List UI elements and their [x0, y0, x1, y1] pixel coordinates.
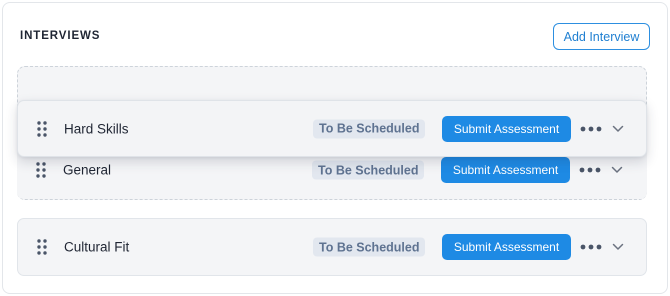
more-horizontal-icon[interactable]: [580, 244, 602, 250]
status-badge: To Be Scheduled: [313, 119, 426, 138]
drag-handle-icon[interactable]: [36, 162, 46, 178]
interview-name: Cultural Fit: [64, 239, 130, 255]
submit-assessment-button[interactable]: Submit Assessment: [442, 234, 571, 260]
status-badge: To Be Scheduled: [313, 237, 426, 257]
submit-assessment-button[interactable]: Submit Assessment: [442, 115, 571, 142]
drag-handle-icon[interactable]: [37, 239, 47, 255]
interview-name: General: [63, 162, 112, 178]
chevron-down-icon[interactable]: [611, 166, 623, 174]
status-badge: To Be Scheduled: [312, 160, 425, 180]
interview-row-hard-skills[interactable]: Hard Skills To Be Scheduled Submit Asses…: [17, 100, 647, 157]
interview-name: Hard Skills: [64, 121, 129, 136]
more-horizontal-icon[interactable]: [579, 167, 601, 173]
add-interview-button[interactable]: Add Interview: [553, 23, 650, 50]
drag-handle-icon[interactable]: [37, 120, 47, 137]
submit-assessment-button[interactable]: Submit Assessment: [441, 157, 570, 183]
more-horizontal-icon[interactable]: [580, 126, 602, 132]
interview-row-cultural-fit[interactable]: Cultural Fit To Be Scheduled Submit Asse…: [17, 218, 647, 276]
chevron-down-icon[interactable]: [612, 125, 624, 133]
chevron-down-icon[interactable]: [612, 243, 624, 251]
section-title: INTERVIEWS: [20, 30, 101, 42]
